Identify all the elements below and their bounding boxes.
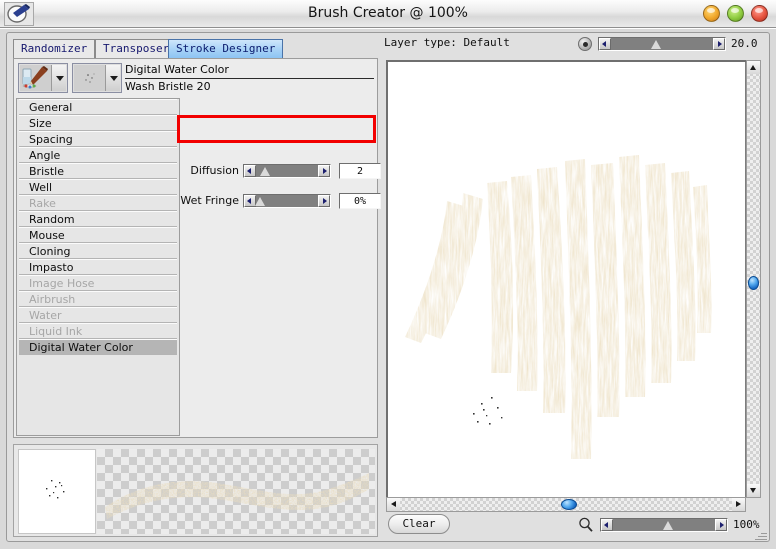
brush-category-name: Digital Water Color [125,63,374,79]
list-item-size[interactable]: Size [19,115,177,131]
chevron-down-icon[interactable] [51,65,66,91]
diffusion-slider[interactable] [243,164,331,178]
stroke-preview [97,449,375,534]
list-item-liquid-ink: Liquid Ink [19,323,177,339]
list-item-digital-water-color[interactable]: Digital Water Color [19,339,177,355]
brush-variant-name: Wash Bristle 20 [125,80,211,93]
dab-preview-icon [74,65,105,91]
wet-fringe-label: Wet Fringe [180,194,239,207]
slider-increment-arrow[interactable] [715,519,727,531]
window-controls [703,5,769,23]
list-item-bristle[interactable]: Bristle [19,163,177,179]
slider-increment-arrow[interactable] [713,38,725,50]
list-item-water: Water [19,307,177,323]
maximize-button[interactable] [727,5,744,22]
highlight-box-diffusion [177,115,376,143]
resize-grip[interactable] [755,529,767,541]
brush-variant-dropdown[interactable] [72,63,122,93]
clear-button[interactable]: Clear [388,514,450,534]
canvas-horizontal-scrollbar[interactable] [386,497,746,512]
opacity-slider[interactable] [598,37,726,51]
slider-decrement-arrow[interactable] [601,519,613,531]
brush-palette-icon [20,65,51,91]
brush-category-dropdown[interactable] [18,63,68,93]
slider-increment-arrow[interactable] [318,165,330,177]
list-item-image-hose: Image Hose [19,275,177,291]
stroke-canvas[interactable] [387,61,732,483]
list-item-well[interactable]: Well [19,179,177,195]
scroll-down-arrow-icon[interactable] [747,484,760,497]
slider-thumb[interactable] [651,40,661,49]
list-item-random[interactable]: Random [19,211,177,227]
list-item-cloning[interactable]: Cloning [19,243,177,259]
chevron-down-icon[interactable] [105,65,120,91]
list-item-angle[interactable]: Angle [19,147,177,163]
settings-detail-pane: Diffusion 2 Wet Fringe 0% [180,98,381,436]
settings-category-list[interactable]: General Size Spacing Angle Bristle Well … [16,98,180,436]
slider-decrement-arrow[interactable] [244,165,256,177]
slider-thumb[interactable] [260,167,270,176]
close-button[interactable] [751,5,768,22]
opacity-value: 20.0 [731,37,758,50]
tab-randomizer[interactable]: Randomizer [13,39,96,58]
list-item-spacing[interactable]: Spacing [19,131,177,147]
slider-increment-arrow[interactable] [318,195,330,207]
vertical-scroll-thumb[interactable] [748,276,759,290]
brush-creator-window: Brush Creator @ 100% Randomizer Transpos… [0,0,776,549]
stroke-preview-strip [13,444,378,537]
slider-thumb[interactable] [255,197,265,206]
dab-preview [18,449,96,534]
zoom-slider[interactable] [600,518,728,532]
list-item-general[interactable]: General [19,99,177,115]
diffusion-value[interactable]: 2 [339,163,381,179]
scroll-left-arrow-icon[interactable] [387,498,400,511]
list-item-airbrush: Airbrush [19,291,177,307]
list-item-impasto[interactable]: Impasto [19,259,177,275]
dot-icon [578,37,592,51]
slider-thumb[interactable] [663,521,673,530]
list-item-mouse[interactable]: Mouse [19,227,177,243]
scroll-right-arrow-icon[interactable] [732,498,745,511]
horizontal-scroll-thumb[interactable] [561,499,577,510]
slider-decrement-arrow[interactable] [599,38,611,50]
minimize-button[interactable] [703,5,720,22]
diffusion-label: Diffusion [190,164,239,177]
brush-name-display: Digital Water Color Wash Bristle 20 [125,63,374,93]
tab-stroke-designer[interactable]: Stroke Designer [168,39,284,58]
scroll-up-arrow-icon[interactable] [747,61,760,74]
brush-selector-bar: Digital Water Color Wash Bristle 20 [15,60,378,96]
wet-fringe-slider[interactable] [243,194,331,208]
tab-transposer[interactable]: Transposer [95,39,178,58]
window-title: Brush Creator @ 100% [307,5,468,21]
wet-fringe-value[interactable]: 0% [339,193,381,209]
magnifier-icon [578,517,594,533]
title-bar[interactable]: Brush Creator @ 100% [0,0,776,28]
list-item-rake: Rake [19,195,177,211]
canvas-vertical-scrollbar[interactable] [746,60,761,498]
layer-type-label: Layer type: Default [384,36,510,49]
